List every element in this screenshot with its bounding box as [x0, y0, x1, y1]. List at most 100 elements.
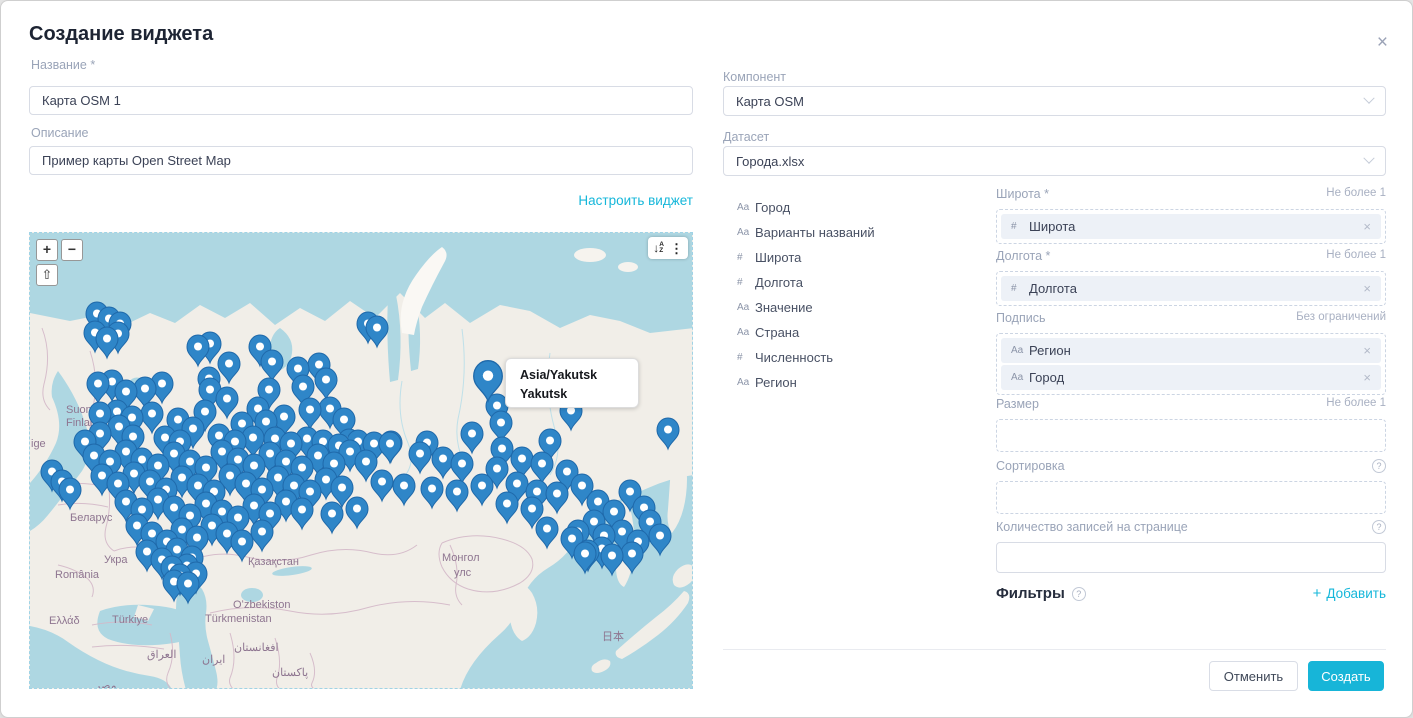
description-label: Описание [31, 126, 89, 140]
map-marker-pin[interactable] [346, 497, 368, 528]
map-marker-pin[interactable] [321, 502, 343, 533]
map-marker-pin[interactable] [601, 544, 623, 575]
dataset-field-item[interactable]: AaГород [737, 195, 977, 220]
component-select[interactable]: Карта OSM [723, 86, 1386, 116]
create-button[interactable]: Создать [1308, 661, 1384, 691]
map-marker-pin[interactable] [261, 350, 283, 381]
map-fit-bounds-button[interactable]: ⇧ [36, 264, 58, 286]
map-marker-pin[interactable] [421, 477, 443, 508]
map-marker-pin[interactable] [366, 316, 388, 347]
map-marker-pin[interactable] [496, 492, 518, 523]
map-marker-pin[interactable] [315, 368, 337, 399]
field-chip[interactable]: AaГород× [1001, 365, 1381, 390]
filters-section: Фильтры ? + Добавить [996, 585, 1386, 602]
kebab-menu-icon[interactable]: ⋮ [670, 242, 683, 255]
map-marker-pin[interactable] [574, 542, 596, 573]
dataset-select[interactable]: Города.xlsx [723, 146, 1386, 176]
configure-widget-link[interactable]: Настроить виджет [29, 193, 693, 208]
dataset-field-item[interactable]: AaСтрана [737, 320, 977, 345]
map-zoom-out-button[interactable]: − [61, 239, 83, 261]
map-marker-pin[interactable] [218, 352, 240, 383]
mapping-dropzone[interactable]: #Долгота× [996, 271, 1386, 306]
map-marker-pin[interactable] [59, 478, 81, 509]
remove-chip-icon[interactable]: × [1363, 219, 1371, 234]
dataset-field-item[interactable]: AaВарианты названий [737, 220, 977, 245]
map-marker-pin[interactable] [461, 422, 483, 453]
create-widget-modal: Создание виджета × Название * Описание Н… [0, 0, 1413, 718]
dataset-field-item[interactable]: AaРегион [737, 370, 977, 395]
close-icon[interactable]: × [1377, 33, 1388, 52]
map-marker-pin[interactable] [531, 452, 553, 483]
map-marker-pin[interactable] [409, 442, 431, 473]
field-name: Долгота [755, 275, 803, 290]
name-input[interactable] [29, 86, 693, 115]
help-icon[interactable]: ? [1372, 459, 1386, 473]
field-type-icon: Aa [1011, 372, 1029, 383]
component-value: Карта OSM [736, 94, 804, 109]
dataset-value: Города.xlsx [736, 154, 804, 169]
map-marker-pin[interactable] [96, 327, 118, 358]
map-marker-pin[interactable] [379, 432, 401, 463]
chevron-down-icon [1363, 153, 1374, 164]
sort-az-icon[interactable]: ↓AZ [653, 241, 664, 255]
mapping-label: Количество записей на странице [996, 520, 1188, 534]
field-type-icon: # [737, 352, 755, 363]
map-marker-pin[interactable] [471, 474, 493, 505]
map-preview[interactable]: SuomiFinlandigeБеларусУкраRomâniaΕλλάδTü… [29, 232, 693, 689]
mapping-dropzone[interactable] [996, 542, 1386, 573]
dataset-field-item[interactable]: #Долгота [737, 270, 977, 295]
field-type-icon: Aa [737, 377, 755, 388]
field-type-icon: # [1011, 283, 1029, 294]
map-marker-pin[interactable] [177, 572, 199, 603]
description-input[interactable] [29, 146, 693, 175]
map-options-toolbar[interactable]: ↓AZ ⋮ [648, 237, 688, 259]
map-marker-pin[interactable] [546, 482, 568, 513]
dataset-field-item[interactable]: #Численность [737, 345, 977, 370]
map-marker-pin[interactable] [291, 498, 313, 529]
map-marker-pin[interactable] [231, 530, 253, 561]
map-marker-pin[interactable] [649, 524, 671, 555]
map-marker-pin[interactable] [87, 372, 109, 403]
map-marker-pin[interactable] [621, 542, 643, 573]
remove-chip-icon[interactable]: × [1363, 343, 1371, 358]
mapping-dropzone[interactable]: #Широта× [996, 209, 1386, 244]
cancel-button[interactable]: Отменить [1209, 661, 1298, 691]
map-marker-pin[interactable] [299, 398, 321, 429]
remove-chip-icon[interactable]: × [1363, 370, 1371, 385]
map-zoom-in-button[interactable]: + [36, 239, 58, 261]
field-chip[interactable]: #Широта× [1001, 214, 1381, 239]
mapping-row: Долгота *Не более 1#Долгота× [996, 249, 1386, 306]
map-marker-pin[interactable] [446, 480, 468, 511]
mapping-dropzone[interactable]: AaРегион×AaГород× [996, 333, 1386, 395]
mapping-row: Количество записей на странице? [996, 520, 1386, 573]
map-marker-pin[interactable] [251, 520, 273, 551]
help-icon[interactable]: ? [1372, 520, 1386, 534]
mapping-dropzone[interactable] [996, 419, 1386, 452]
field-name: Широта [755, 250, 801, 265]
dataset-field-item[interactable]: #Широта [737, 245, 977, 270]
tooltip-line-1: Asia/Yakutsk [520, 366, 638, 385]
help-icon[interactable]: ? [1072, 587, 1086, 601]
field-name: Численность [755, 350, 833, 365]
mapping-dropzone[interactable] [996, 481, 1386, 514]
map-markers-layer[interactable] [30, 233, 693, 689]
dataset-label: Датасет [723, 130, 769, 144]
map-marker-pin[interactable] [657, 418, 679, 449]
field-chip[interactable]: #Долгота× [1001, 276, 1381, 301]
add-filter-link[interactable]: + Добавить [1313, 585, 1386, 602]
map-marker-pin[interactable] [371, 470, 393, 501]
remove-chip-icon[interactable]: × [1363, 281, 1371, 296]
name-label: Название * [31, 58, 95, 72]
map-marker-pin[interactable] [536, 517, 558, 548]
mapping-row: РазмерНе более 1 [996, 397, 1386, 452]
map-marker-pin[interactable] [451, 452, 473, 483]
map-marker-pin[interactable] [216, 387, 238, 418]
dataset-field-item[interactable]: AaЗначение [737, 295, 977, 320]
map-marker-pin[interactable] [393, 474, 415, 505]
map-marker-pin[interactable] [187, 335, 209, 366]
chip-name: Регион [1029, 343, 1071, 358]
field-name: Город [755, 200, 790, 215]
mapping-label: Широта * [996, 187, 1049, 201]
modal-title: Создание виджета [29, 23, 213, 46]
field-chip[interactable]: AaРегион× [1001, 338, 1381, 363]
